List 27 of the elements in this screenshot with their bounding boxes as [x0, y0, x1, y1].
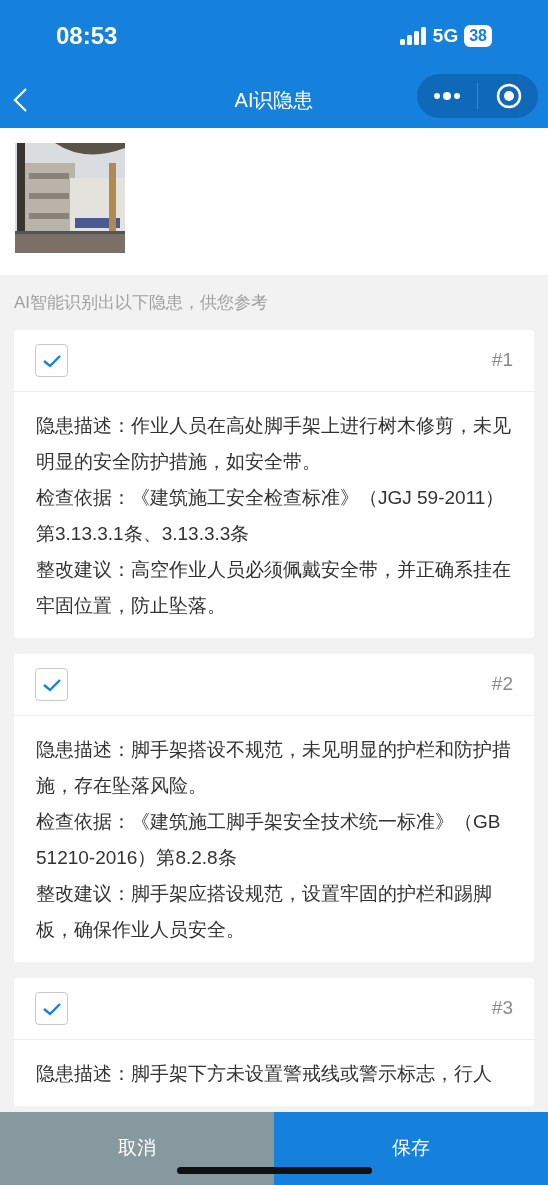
hazard-number: #1 [491, 348, 513, 373]
back-icon[interactable] [12, 87, 28, 113]
cancel-button[interactable]: 取消 [0, 1112, 274, 1185]
battery-icon: 38 [464, 25, 492, 47]
hazard-text: 隐患描述：作业人员在高处脚手架上进行树木修剪，未见明显的安全防护措施，如安全带。 [36, 414, 512, 474]
save-button[interactable]: 保存 [274, 1112, 548, 1185]
signal-icon [399, 27, 427, 45]
check-icon [41, 1001, 62, 1016]
hazard-text: 隐患描述：脚手架搭设不规范，未见明显的护栏和防护措施，存在坠落风险。 [36, 738, 512, 798]
close-icon[interactable] [496, 83, 522, 109]
more-icon[interactable] [433, 91, 461, 101]
hazard-text: 检查依据：《建筑施工安全检查标准》（JGJ 59-2011）第3.13.3.1条、3.13.3.3条 [36, 486, 506, 546]
check-icon [41, 353, 62, 368]
page-title: AI识隐患 [234, 88, 314, 113]
hazard-text: 隐患描述：脚手架下方未设置警戒线或警示标志，行人 [36, 1062, 493, 1086]
hazard-text: 检查依据：《建筑施工脚手架安全技术统一标准》（GB 51210-2016）第8.2.8条 [36, 810, 502, 870]
check-icon [41, 677, 62, 692]
status-time: 08:53 [56, 21, 118, 51]
checkbox[interactable] [35, 344, 68, 377]
hazard-number: #2 [491, 672, 513, 697]
hazard-number: #3 [491, 996, 513, 1021]
hazard-text: 整改建议：脚手架应搭设规范，设置牢固的护栏和踢脚板，确保作业人员安全。 [36, 882, 493, 942]
hint-text: AI智能识别出以下隐患，供您参考 [13, 291, 270, 314]
hazard-text: 整改建议：高空作业人员必须佩戴安全带，并正确系挂在牢固位置，防止坠落。 [36, 558, 512, 618]
checkbox[interactable] [35, 992, 68, 1025]
network-label: 5G [432, 23, 459, 48]
checkbox[interactable] [35, 668, 68, 701]
